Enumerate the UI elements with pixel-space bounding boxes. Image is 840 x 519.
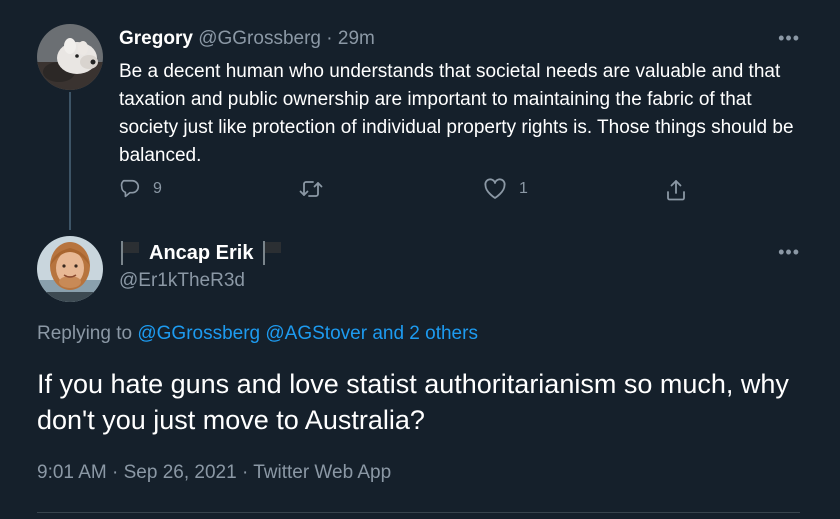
separator: ·: [112, 462, 119, 483]
display-name[interactable]: Ancap Erik: [149, 240, 253, 266]
display-name-row[interactable]: Ancap Erik: [119, 240, 283, 266]
more-icon[interactable]: •••: [778, 242, 800, 263]
replying-prefix: Replying to: [37, 323, 133, 344]
divider: [37, 512, 800, 513]
replying-to: Replying to @GGrossberg @AGStover and 2 …: [37, 323, 478, 345]
black-flag-icon: [119, 240, 141, 266]
tweet-text: If you hate guns and love statist author…: [37, 369, 789, 435]
separator: ·: [241, 462, 249, 483]
reply-header: Gregory @GGrossberg · 29m: [119, 27, 375, 51]
more-icon[interactable]: •••: [778, 28, 800, 49]
tweet-source[interactable]: Twitter Web App: [253, 462, 391, 483]
tweet-meta: 9:01 AM · Sep 26, 2021 · Twitter Web App: [37, 462, 391, 484]
black-flag-icon: [261, 240, 283, 266]
tweet-date[interactable]: Sep 26, 2021: [124, 462, 237, 483]
tweet-text: Be a decent human who understands that s…: [119, 61, 794, 166]
share-button[interactable]: [665, 178, 687, 202]
avatar[interactable]: [37, 236, 103, 302]
replying-mentions[interactable]: @GGrossberg @AGStover and 2 others: [137, 323, 478, 344]
share-icon: [665, 178, 687, 202]
handle[interactable]: @GGrossberg: [198, 28, 321, 49]
like-count: 1: [519, 180, 528, 197]
reply-tweet[interactable]: Gregory @GGrossberg · 29m ••• Be a decen…: [0, 0, 840, 230]
handle[interactable]: @Er1kTheR3d: [119, 270, 245, 292]
reply-count: 9: [153, 180, 162, 197]
separator: ·: [326, 28, 333, 49]
timestamp[interactable]: 29m: [338, 28, 375, 49]
reply-icon: [119, 178, 141, 200]
tweet-thread: Gregory @GGrossberg · 29m ••• Be a decen…: [0, 0, 840, 519]
retweet-button[interactable]: [299, 178, 335, 200]
like-button[interactable]: 1: [483, 178, 528, 200]
like-icon: [483, 178, 507, 200]
retweet-icon: [299, 178, 323, 200]
tweet-time[interactable]: 9:01 AM: [37, 462, 107, 483]
reply-button[interactable]: 9: [119, 178, 162, 200]
avatar[interactable]: [37, 24, 103, 90]
display-name[interactable]: Gregory: [119, 28, 193, 49]
action-bar: 9 1: [119, 178, 719, 208]
